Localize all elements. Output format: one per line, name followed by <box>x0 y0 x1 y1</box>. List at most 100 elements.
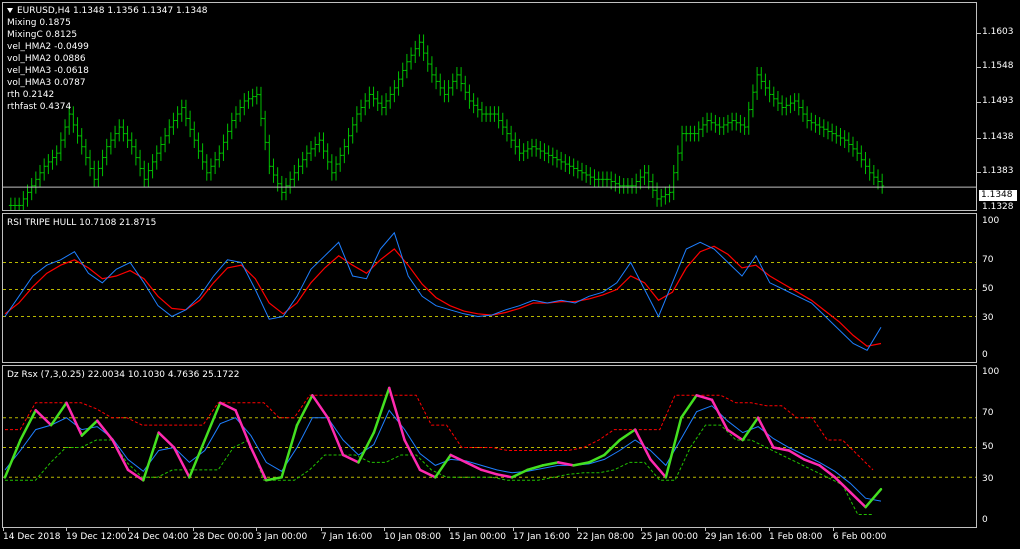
collapse-triangle-icon[interactable] <box>7 8 13 13</box>
time-tick <box>705 528 706 531</box>
indicator-vel-hma2: vel_HMA2 -0.0499 <box>7 42 89 52</box>
dz-rsx-line <box>142 431 160 482</box>
rsi-title: RSI TRIPE HULL 10.7108 21.8715 <box>7 218 157 228</box>
rsi-tick: 50 <box>982 284 994 294</box>
rsi-indicator-pane[interactable]: RSI TRIPE HULL 10.7108 21.8715 <box>2 213 977 363</box>
time-label: 22 Jan 08:00 <box>577 532 634 542</box>
time-tick <box>128 528 129 531</box>
dz-rsx-line <box>833 476 852 494</box>
dz-signal-line <box>4 405 882 502</box>
price-tick: 1.1548 <box>982 61 1014 71</box>
dz-rsx-line <box>741 416 760 442</box>
dz-rsx-line <box>434 453 452 479</box>
time-label: 24 Dec 04:00 <box>128 532 189 542</box>
time-tick <box>384 528 385 531</box>
indicator-rthfast: rthfast 0.4374 <box>7 102 72 112</box>
rsi-tick: 0 <box>982 350 988 360</box>
dz-rsx-line <box>80 419 99 437</box>
time-tick <box>3 528 4 531</box>
time-label: 19 Dec 12:00 <box>66 532 127 542</box>
time-label: 10 Jan 08:00 <box>384 532 441 542</box>
dz-rsx-line <box>34 409 53 427</box>
dz-rsx-line <box>157 431 176 449</box>
dz-rsx-line <box>218 401 237 412</box>
dz-rsx-line <box>541 461 560 467</box>
rsi-slow-line <box>4 245 882 347</box>
dz-tick: 50 <box>982 442 994 452</box>
time-label: 28 Dec 00:00 <box>193 532 254 542</box>
time-tick <box>641 528 642 531</box>
dz-rsx-line <box>787 449 806 461</box>
rsi-tick: 100 <box>982 216 1000 226</box>
time-tick <box>256 528 257 531</box>
dz-rsx-line <box>849 490 867 509</box>
time-axis: 14 Dec 2018 19 Dec 12:00 24 Dec 04:00 28 De… <box>2 528 977 549</box>
price-tick: 1.1383 <box>982 166 1014 176</box>
time-label: 7 Jan 16:00 <box>321 532 373 542</box>
dz-rsx-line <box>341 453 360 464</box>
dz-rsx-line <box>372 386 391 434</box>
dz-tick: 70 <box>982 408 994 418</box>
price-tick: 1.1328 <box>982 202 1014 212</box>
dz-rsx-line <box>480 468 499 476</box>
indicator-vel-hma3: vel_HMA3 -0.0618 <box>7 66 89 76</box>
current-price-badge: 1.1348 <box>979 190 1017 201</box>
dz-rsx-line <box>172 446 191 479</box>
time-label: 17 Jan 16:00 <box>513 532 570 542</box>
dz-rsx-line <box>510 468 529 479</box>
indicator-mixing: Mixing 0.1875 <box>7 18 71 28</box>
dz-axis: 100 70 50 30 0 <box>977 365 1020 528</box>
symbol-info: EURUSD,H4 1.1348 1.1356 1.1347 1.1348 <box>7 6 208 16</box>
time-label: 29 Jan 16:00 <box>705 532 762 542</box>
rsi-chart-canvas[interactable] <box>3 214 977 363</box>
rsi-axis: 100 70 50 30 0 <box>977 213 1020 363</box>
dz-rsx-line <box>679 394 698 419</box>
dz-rsx-line <box>756 416 775 449</box>
dz-rsx-line <box>649 458 668 479</box>
dz-rsx-line <box>188 438 207 479</box>
time-label: 3 Jan 00:00 <box>256 532 308 542</box>
dz-rsx-line <box>249 446 268 482</box>
dz-rsx-line <box>802 458 821 467</box>
price-chart-canvas[interactable] <box>3 3 977 211</box>
dz-tick: 30 <box>982 474 994 484</box>
rsi-fast-line <box>4 231 882 351</box>
dz-rsx-line <box>618 428 637 442</box>
indicator-vol-hma3: vol_HMA3 0.0787 <box>7 78 86 88</box>
price-chart-pane[interactable]: EURUSD,H4 1.1348 1.1356 1.1347 1.1348 Mi… <box>2 2 977 211</box>
dz-rsx-line <box>772 446 791 452</box>
dz-rsx-indicator-pane[interactable]: Dz Rsx (7,3,0.25) 22.0034 10.1030 4.7636… <box>2 365 977 528</box>
dz-rsx-line <box>664 416 683 479</box>
dz-rsx-line <box>495 473 514 479</box>
indicator-vol-hma2: vol_HMA2 0.0886 <box>7 54 86 64</box>
dz-rsx-line <box>695 394 714 402</box>
time-label: 25 Jan 00:00 <box>641 532 698 542</box>
time-tick <box>449 528 450 531</box>
dz-rsx-line <box>311 394 329 419</box>
rsi-tick: 30 <box>982 313 994 323</box>
price-axis: 1.1603 1.1548 1.1493 1.1438 1.1383 1.132… <box>977 2 1020 212</box>
dz-title: Dz Rsx (7,3,0.25) 22.0034 10.1030 4.7636… <box>7 370 240 380</box>
time-label: 14 Dec 2018 <box>3 532 61 542</box>
time-tick <box>193 528 194 531</box>
time-tick <box>513 528 514 531</box>
dz-rsx-line <box>418 468 437 479</box>
dz-rsx-line <box>633 428 652 461</box>
time-label: 15 Jan 00:00 <box>449 532 506 542</box>
indicator-rth: rth 0.2142 <box>7 90 55 100</box>
dz-rsx-line <box>234 409 253 449</box>
indicator-mixingc: MixingC 0.8125 <box>7 30 78 40</box>
price-tick: 1.1603 <box>982 27 1014 37</box>
dz-rsx-line <box>3 438 22 479</box>
dz-rsx-line <box>572 461 591 467</box>
time-tick <box>66 528 67 531</box>
time-tick <box>577 528 578 531</box>
price-tick: 1.1438 <box>982 132 1014 142</box>
time-tick <box>833 528 834 531</box>
dz-rsx-line <box>111 438 130 472</box>
dz-tick: 100 <box>982 367 1000 377</box>
dz-rsx-chart-canvas[interactable] <box>3 366 977 528</box>
rsi-tick: 70 <box>982 255 994 265</box>
time-tick <box>321 528 322 531</box>
time-tick <box>769 528 770 531</box>
